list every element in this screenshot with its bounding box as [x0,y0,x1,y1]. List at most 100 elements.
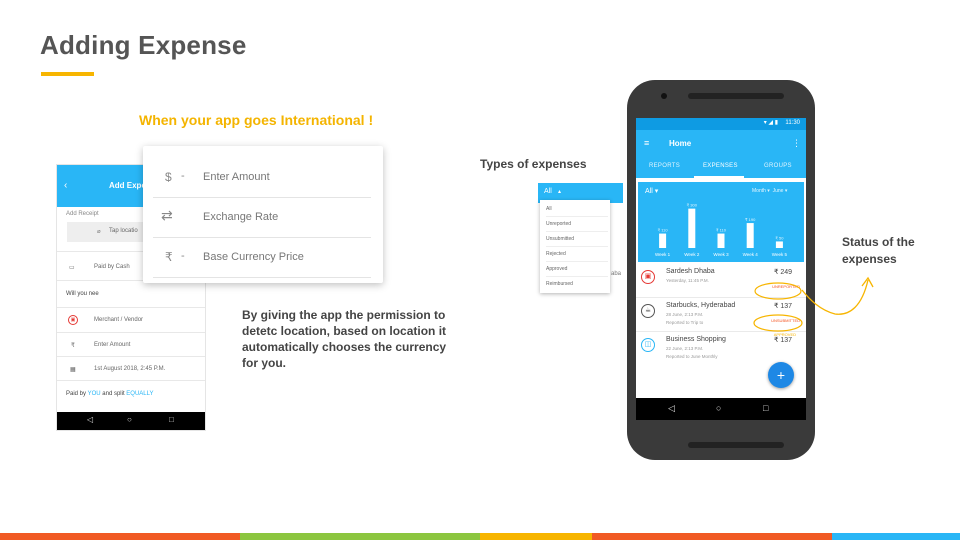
dash-separator: - [181,250,185,262]
type-option[interactable]: Rejected [546,247,608,262]
x-tick-label: Week 1 [655,252,671,257]
signal-icon: ▾ ◢ ▮ [763,120,778,126]
active-tab-indicator [694,176,744,178]
type-option[interactable]: Unsubmitted [546,232,608,247]
bar-value-label: ₹ 300 [687,203,698,208]
divider [57,332,205,333]
back-arrow-icon[interactable]: ‹ [64,180,67,191]
x-tick-label: Week 3 [713,252,729,257]
home-icon[interactable]: ○ [127,415,132,424]
slide-title: Adding Expense [40,30,247,60]
payer-link[interactable]: YOU [88,391,101,397]
tab-reports[interactable]: REPORTS [649,163,680,169]
expense-date: 28 June, 2:13 P.M. [666,312,704,317]
footer-segment [832,533,960,540]
title-underline [41,72,94,76]
amount-row[interactable]: $ - Enter Amount [153,158,371,198]
phone-bottom-grille [688,442,784,448]
type-option[interactable]: All [546,202,608,217]
footer-segment [0,533,240,540]
exchange-rate-label: Exchange Rate [203,211,279,223]
chart-filter-all[interactable]: All ▾ [645,187,658,195]
bar-value-label: ₹ 110 [658,228,669,233]
x-tick-label: Week 2 [684,252,700,257]
arrow-line [801,279,869,315]
hamburger-menu-icon[interactable]: ≡ [644,138,649,148]
enter-amount-field[interactable]: Enter Amount [94,342,130,348]
types-of-expenses-label: Types of expenses [480,157,587,171]
filter-all[interactable]: All [544,188,552,195]
caret-up-icon: ▴ [558,189,562,195]
merchant-icon: ▣ [68,315,78,325]
divider [57,307,205,308]
type-option[interactable]: Reimbursed [546,277,608,292]
expense-name: Sardesh Dhaba [666,268,715,275]
recents-icon[interactable]: □ [169,415,174,424]
expense-report: Reported to June Monthly [666,354,718,359]
type-option[interactable]: Approved [546,262,608,277]
base-currency-label: Base Currency Price [203,251,304,263]
add-expense-title: Add Expe [109,181,146,190]
expense-date: Yesterday, 11:45 P.M. [666,278,709,283]
slide-subtitle: When your app goes International ! [139,112,374,128]
rupee-icon: ₹ [71,343,75,349]
divider [57,380,205,381]
truncated-text: aba [611,271,622,277]
camera-icon [661,93,667,99]
tap-location-button[interactable]: ⌀ Tap locatio [67,222,147,242]
footer-segment [240,533,480,540]
tab-groups[interactable]: GROUPS [764,163,792,169]
month-value: June [772,188,784,194]
android-nav-bar: ◁ ○ □ [57,412,205,430]
more-vert-icon[interactable]: ⋮ [792,138,801,149]
home-icon[interactable]: ○ [716,403,721,413]
recents-icon[interactable]: □ [763,403,768,413]
clock: 11:30 [785,120,800,126]
exchange-arrows-icon: ⇄ [161,207,173,223]
back-icon[interactable]: ◁ [87,415,93,424]
types-panel: All ▴ All Unreported Unsubmitted Rejecte… [538,183,623,301]
footer-segment [480,533,592,540]
paid-by-label: Paid by [66,391,87,397]
rupee-icon: ₹ [165,250,173,264]
app-bar: ≡ Home ⋮ REPORTS EXPENSES GROUPS [636,130,806,178]
footer-segment [592,533,832,540]
expense-report: Reported to Trip to [666,320,704,325]
dollar-icon: $ [165,170,172,184]
divider [57,356,205,357]
expense-name: Starbucks, Hyderabad [666,302,736,309]
merchant-field[interactable]: Merchant / Vendor [94,317,143,323]
expense-date: 22 June, 2:13 P.M. [666,346,704,351]
status-of-expenses-label: Status of the expenses [842,235,915,266]
status-highlight-ring [753,314,803,332]
date-field[interactable]: 1st August 2018, 2:45 P.M. [94,366,165,372]
type-option[interactable]: Unreported [546,217,608,232]
chart-bar [688,208,696,248]
expense-name: Business Shopping [666,336,726,343]
location-description: By giving the app the permission to dete… [242,308,447,370]
coffee-cup-icon: ☕ [641,304,655,318]
add-expense-fab[interactable]: + [768,362,794,388]
shopping-bag-icon: ◫ [641,338,655,352]
chart-bar [659,233,667,248]
android-nav-bar: ◁ ○ □ [636,398,806,420]
receipt-icon: ▣ [641,270,655,284]
tab-expenses[interactable]: EXPENSES [703,163,738,169]
chart-filter-month[interactable]: Month ▾ June ▾ [752,188,787,194]
add-receipt-label: Add Receipt [66,211,99,217]
chart-filter-all-label: All [645,188,653,195]
month-label: Month [752,188,766,194]
chart-bar [717,233,725,248]
speaker [688,93,784,99]
status-bar: ▾ ◢ ▮ 11:30 [636,118,806,130]
expense-type-dropdown: All Unreported Unsubmitted Rejected Appr… [540,200,610,293]
exchange-row[interactable]: ⇄ Exchange Rate [153,198,371,238]
paid-by-cash[interactable]: Paid by Cash [94,264,130,270]
base-currency-row[interactable]: ₹ - Base Currency Price [153,238,371,278]
back-icon[interactable]: ◁ [668,403,675,414]
will-you-need-label: Will you nee [66,291,99,297]
calendar-icon: ▦ [70,367,76,373]
split-mode-link[interactable]: EQUALLY [126,391,153,397]
currency-popup: $ - Enter Amount ⇄ Exchange Rate ₹ - Bas… [143,146,383,283]
split-line: Paid by YOU and split EQUALLY [66,391,154,397]
